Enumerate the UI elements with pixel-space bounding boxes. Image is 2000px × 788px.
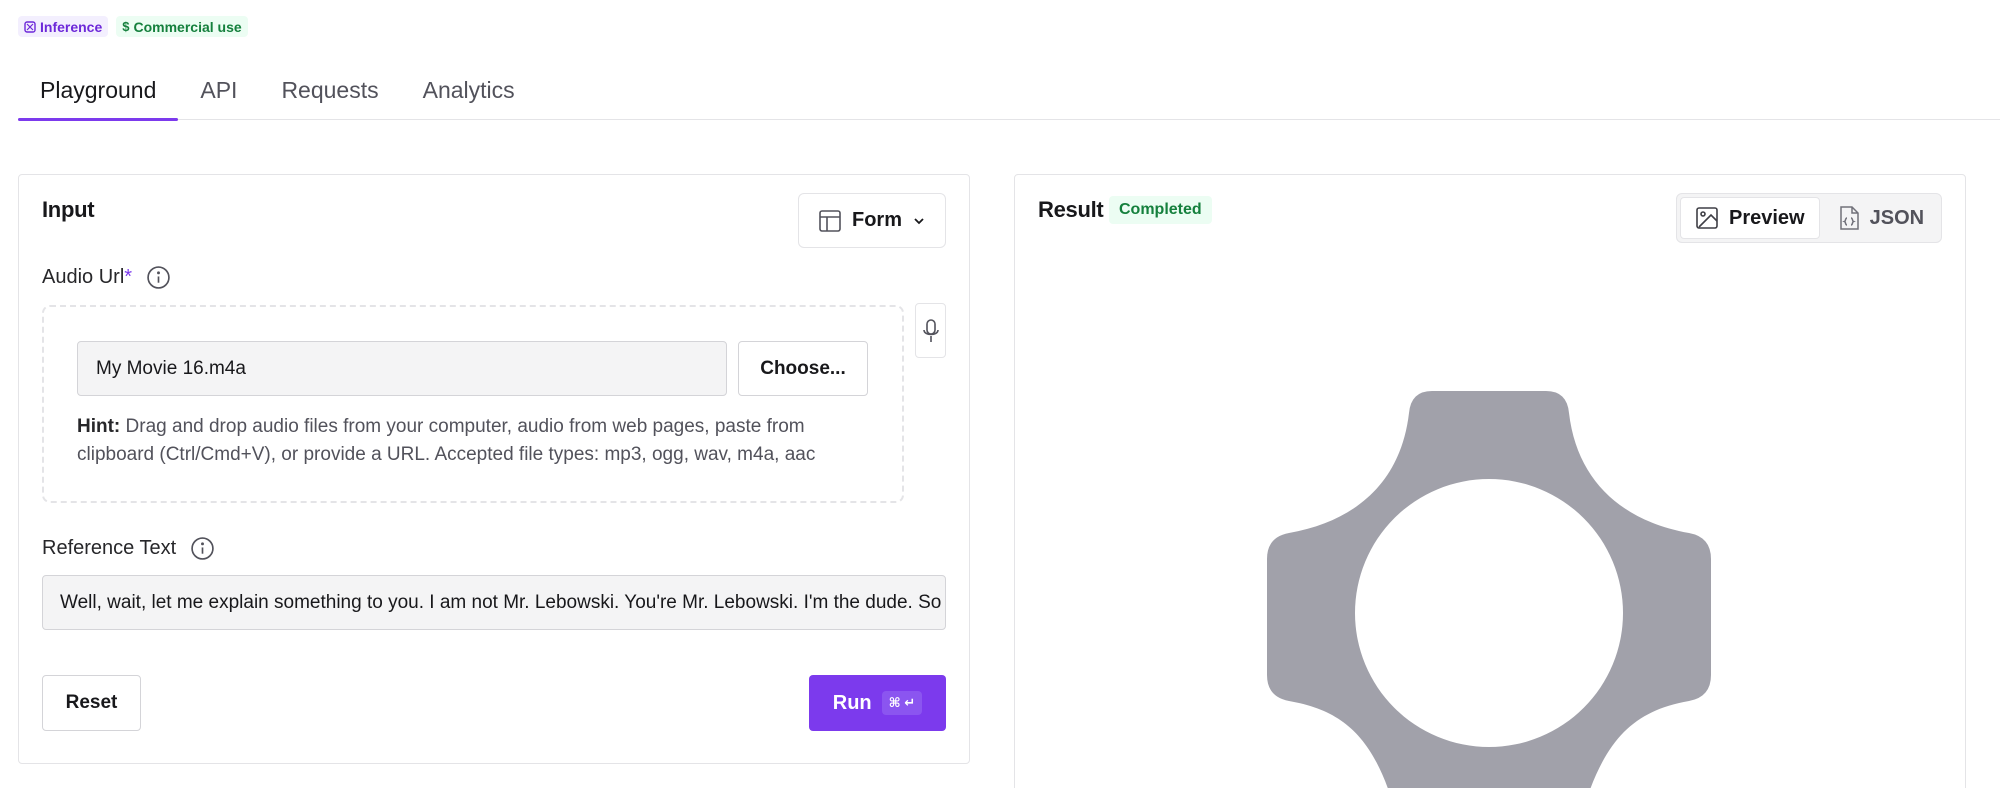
info-icon[interactable] [190,536,215,561]
tab-analytics[interactable]: Analytics [401,60,537,120]
input-panel: Input Form Audio Url* My Movie 16.m4a Ch… [18,174,970,764]
result-view-toggle: Preview JSON [1676,193,1942,243]
audio-url-label: Audio Url* [42,265,171,290]
audio-url-label-text: Audio Url [42,266,125,288]
tab-bar: Playground API Requests Analytics [18,60,2000,121]
input-panel-title: Input [42,197,95,222]
commercial-use-badge: $ Commercial use [116,16,248,37]
image-icon [1696,207,1718,229]
hint-prefix: Hint: [77,416,121,437]
info-icon[interactable] [146,265,171,290]
run-button[interactable]: Run ⌘ ↵ [809,675,946,731]
inference-badge: Inference [18,16,109,37]
microphone-icon [922,318,939,342]
required-marker: * [124,266,133,288]
preview-toggle-label: Preview [1729,206,1805,229]
result-panel-title: Result [1038,197,1104,222]
audio-url-input[interactable]: My Movie 16.m4a [77,341,727,396]
audio-dropzone[interactable]: My Movie 16.m4a Choose... Hint: Drag and… [42,305,904,503]
run-button-label: Run [832,691,872,714]
tab-playground[interactable]: Playground [18,60,179,121]
record-audio-button[interactable] [915,303,946,358]
inference-badge-label: Inference [40,18,103,35]
run-shortcut-hint: ⌘ ↵ [881,691,923,715]
commercial-badge-label: Commercial use [133,18,242,35]
hint-text: Drag and drop audio files from your comp… [77,416,816,465]
model-badges: Inference $ Commercial use [18,16,248,37]
reset-button[interactable]: Reset [42,675,141,731]
form-view-label: Form [852,209,902,231]
upload-hint: Hint: Drag and drop audio files from you… [77,413,877,469]
chevron-down-icon [914,217,924,224]
file-json-icon [1839,206,1859,230]
status-badge: Completed [1109,196,1212,224]
json-toggle-label: JSON [1869,206,1925,229]
json-toggle[interactable]: JSON [1820,197,1938,239]
dollar-icon: $ [122,19,130,34]
form-view-dropdown[interactable]: Form [798,193,946,248]
reference-text-label: Reference Text [42,536,215,561]
result-panel: Result Completed Preview JSON [1014,174,1966,788]
preview-toggle[interactable]: Preview [1680,197,1820,239]
reference-text-label-text: Reference Text [42,537,177,559]
sparkle-icon [24,20,36,33]
reference-text-input[interactable]: Well, wait, let me explain something to … [42,575,946,630]
choose-file-button[interactable]: Choose... [738,341,868,396]
layout-icon [819,209,841,232]
tab-requests[interactable]: Requests [259,60,400,120]
loading-placeholder-icon [1267,391,1711,788]
tab-api[interactable]: API [178,60,259,120]
